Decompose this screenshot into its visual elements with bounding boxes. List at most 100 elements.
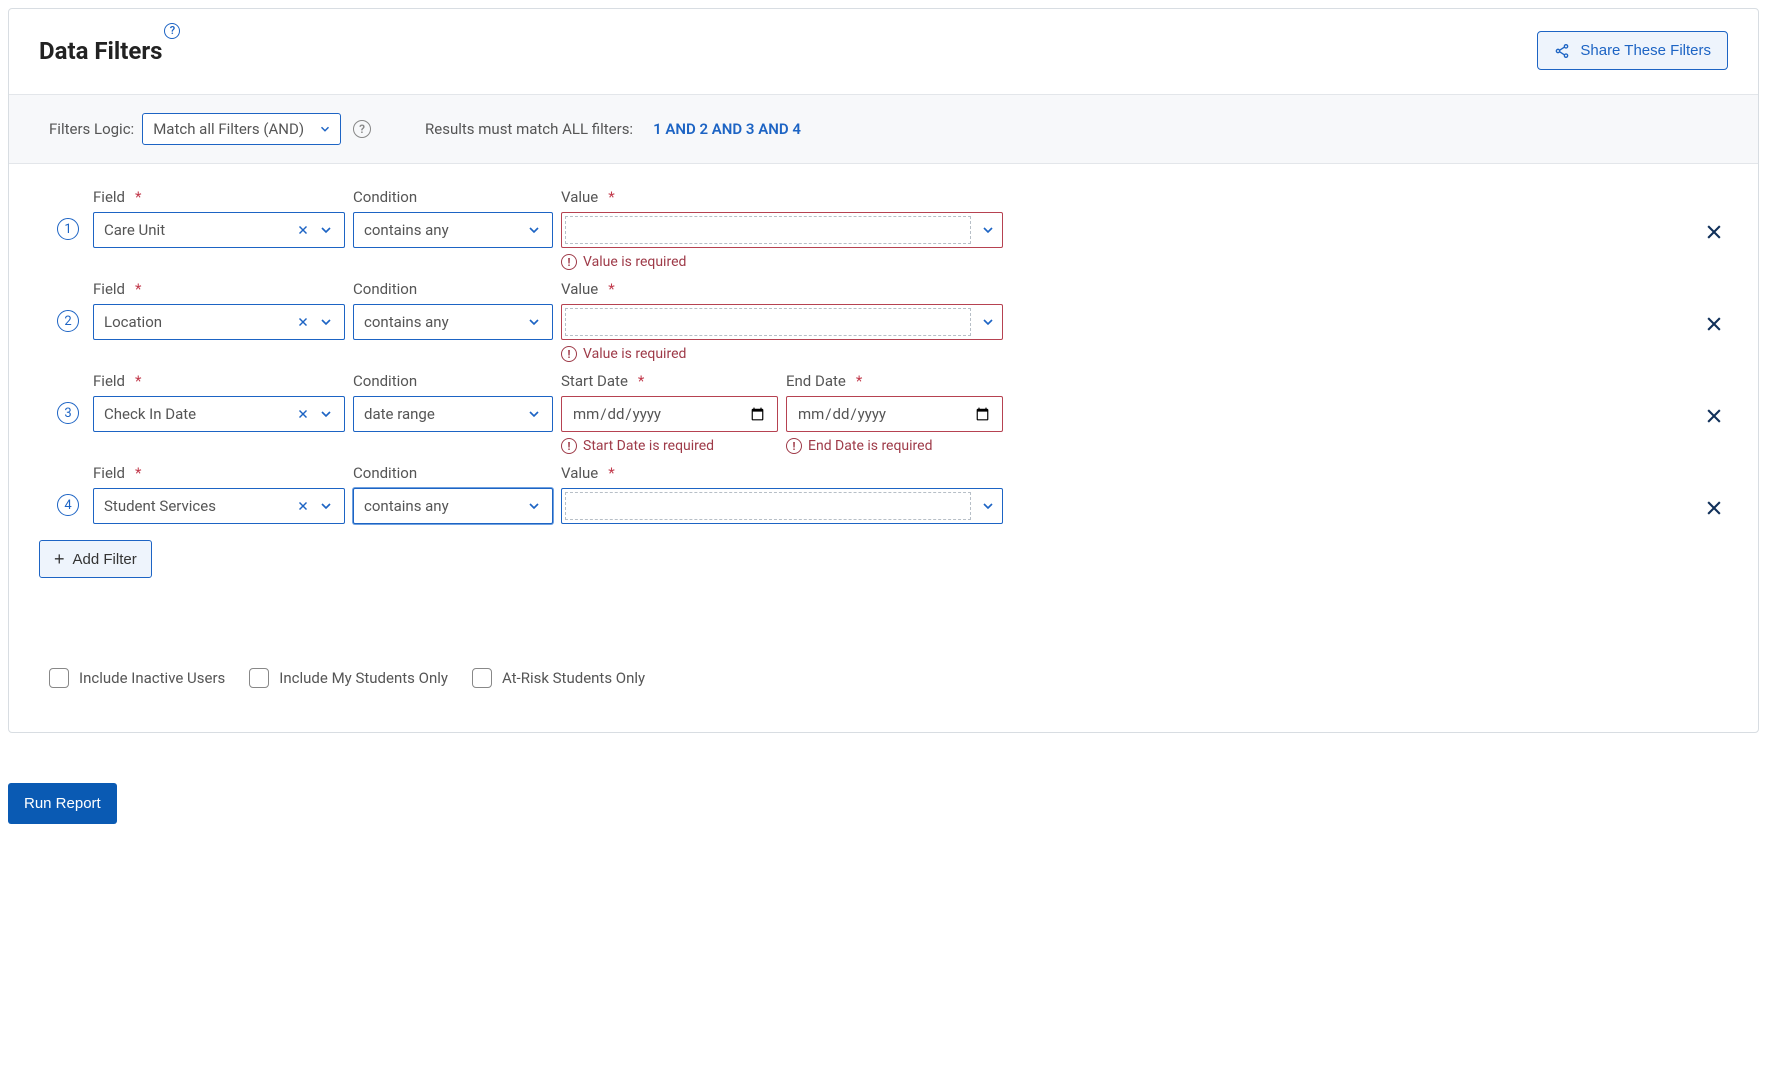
required-star-icon: * (608, 466, 614, 481)
condition-select-value: contains any (364, 497, 526, 515)
field-select-value: Location (104, 313, 296, 331)
chevron-down-icon (318, 406, 334, 422)
filters-body: 1 Field * Care Unit Condition contains an… (9, 164, 1758, 732)
filters-logic-select[interactable]: Match all Filters (AND) (142, 113, 341, 145)
share-filters-button[interactable]: Share These Filters (1537, 31, 1728, 70)
field-select[interactable]: Check In Date (93, 396, 345, 432)
condition-select-value: contains any (364, 221, 526, 239)
clear-icon[interactable] (296, 499, 310, 513)
value-multiselect[interactable] (561, 488, 1003, 524)
error-text: End Date is required (808, 438, 933, 454)
checkbox-box (49, 668, 69, 688)
chevron-down-icon (526, 222, 542, 238)
start-date-input[interactable] (561, 396, 778, 432)
row-number-badge: 1 (57, 218, 79, 240)
help-icon[interactable]: ? (164, 23, 180, 39)
chevron-down-icon (526, 314, 542, 330)
clear-icon[interactable] (296, 315, 310, 329)
start-date-label: Start Date (561, 372, 628, 390)
page-title: Data Filters ? (39, 37, 162, 65)
chevron-down-icon (318, 498, 334, 514)
value-label: Value (561, 464, 598, 482)
include-inactive-users-checkbox[interactable]: Include Inactive Users (49, 668, 225, 688)
checkbox-label: At-Risk Students Only (502, 669, 645, 687)
error-icon: ! (561, 438, 577, 454)
remove-filter-button[interactable] (1700, 218, 1728, 246)
page-title-text: Data Filters (39, 37, 162, 65)
filters-logic-bar: Filters Logic: Match all Filters (AND) ?… (9, 94, 1758, 164)
remove-filter-button[interactable] (1700, 402, 1728, 430)
condition-select[interactable]: contains any (353, 304, 553, 340)
required-star-icon: * (135, 190, 141, 205)
checkbox-label: Include My Students Only (279, 669, 448, 687)
remove-filter-button[interactable] (1700, 310, 1728, 338)
panel-header: Data Filters ? Share These Filters (9, 9, 1758, 94)
data-filters-panel: Data Filters ? Share These Filters Filte… (8, 8, 1759, 733)
condition-select[interactable]: contains any (353, 488, 553, 524)
checkbox-box (472, 668, 492, 688)
field-label: Field (93, 188, 125, 206)
chevron-down-icon (318, 314, 334, 330)
add-filter-button[interactable]: + Add Filter (39, 540, 152, 578)
value-multiselect[interactable] (561, 304, 1003, 340)
help-icon[interactable]: ? (353, 120, 371, 138)
row-number-badge: 3 (57, 402, 79, 424)
chevron-down-icon (974, 489, 1002, 523)
share-filters-label: Share These Filters (1580, 42, 1711, 59)
field-select[interactable]: Care Unit (93, 212, 345, 248)
checkbox-label: Include Inactive Users (79, 669, 225, 687)
include-my-students-only-checkbox[interactable]: Include My Students Only (249, 668, 448, 688)
results-must-match-label: Results must match ALL filters: (425, 120, 633, 138)
end-date-input[interactable] (786, 396, 1003, 432)
logic-expression: 1 AND 2 AND 3 AND 4 (653, 120, 801, 138)
filter-row: 1 Field * Care Unit Condition contains an… (39, 188, 1728, 270)
error-icon: ! (786, 438, 802, 454)
remove-filter-button[interactable] (1700, 494, 1728, 522)
field-label: Field (93, 372, 125, 390)
required-star-icon: * (638, 374, 644, 389)
checkbox-box (249, 668, 269, 688)
condition-select[interactable]: contains any (353, 212, 553, 248)
error-text: Start Date is required (583, 438, 714, 454)
chevron-down-icon (318, 222, 334, 238)
value-input-area[interactable] (565, 308, 971, 336)
condition-label: Condition (353, 188, 417, 206)
clear-icon[interactable] (296, 223, 310, 237)
field-select[interactable]: Location (93, 304, 345, 340)
condition-select-value: date range (364, 405, 526, 423)
value-multiselect[interactable] (561, 212, 1003, 248)
field-label: Field (93, 464, 125, 482)
field-select[interactable]: Student Services (93, 488, 345, 524)
required-star-icon: * (608, 282, 614, 297)
required-star-icon: * (135, 374, 141, 389)
checkbox-options: Include Inactive Users Include My Studen… (39, 668, 1728, 702)
clear-icon[interactable] (296, 407, 310, 421)
run-report-button[interactable]: Run Report (8, 783, 117, 824)
field-select-value: Student Services (104, 497, 296, 515)
filters-logic-selected: Match all Filters (AND) (153, 120, 304, 138)
error-message: ! Start Date is required (561, 438, 778, 454)
condition-label: Condition (353, 280, 417, 298)
at-risk-students-only-checkbox[interactable]: At-Risk Students Only (472, 668, 645, 688)
error-text: Value is required (583, 346, 686, 362)
value-input-area[interactable] (565, 492, 971, 520)
chevron-down-icon (526, 406, 542, 422)
chevron-down-icon (974, 213, 1002, 247)
run-report-label: Run Report (24, 795, 101, 812)
end-date-label: End Date (786, 372, 846, 390)
share-icon (1554, 43, 1570, 59)
error-message: ! Value is required (561, 254, 1003, 270)
chevron-down-icon (526, 498, 542, 514)
error-message: ! End Date is required (786, 438, 1003, 454)
error-text: Value is required (583, 254, 686, 270)
field-select-value: Check In Date (104, 405, 296, 423)
value-label: Value (561, 188, 598, 206)
filter-row: 3 Field* Check In Date Condition date ra… (39, 372, 1728, 454)
required-star-icon: * (135, 282, 141, 297)
value-input-area[interactable] (565, 216, 971, 244)
required-star-icon: * (608, 190, 614, 205)
value-label: Value (561, 280, 598, 298)
condition-select[interactable]: date range (353, 396, 553, 432)
filter-row: 4 Field* Student Services Condition cont… (39, 464, 1728, 524)
chevron-down-icon (318, 122, 332, 136)
